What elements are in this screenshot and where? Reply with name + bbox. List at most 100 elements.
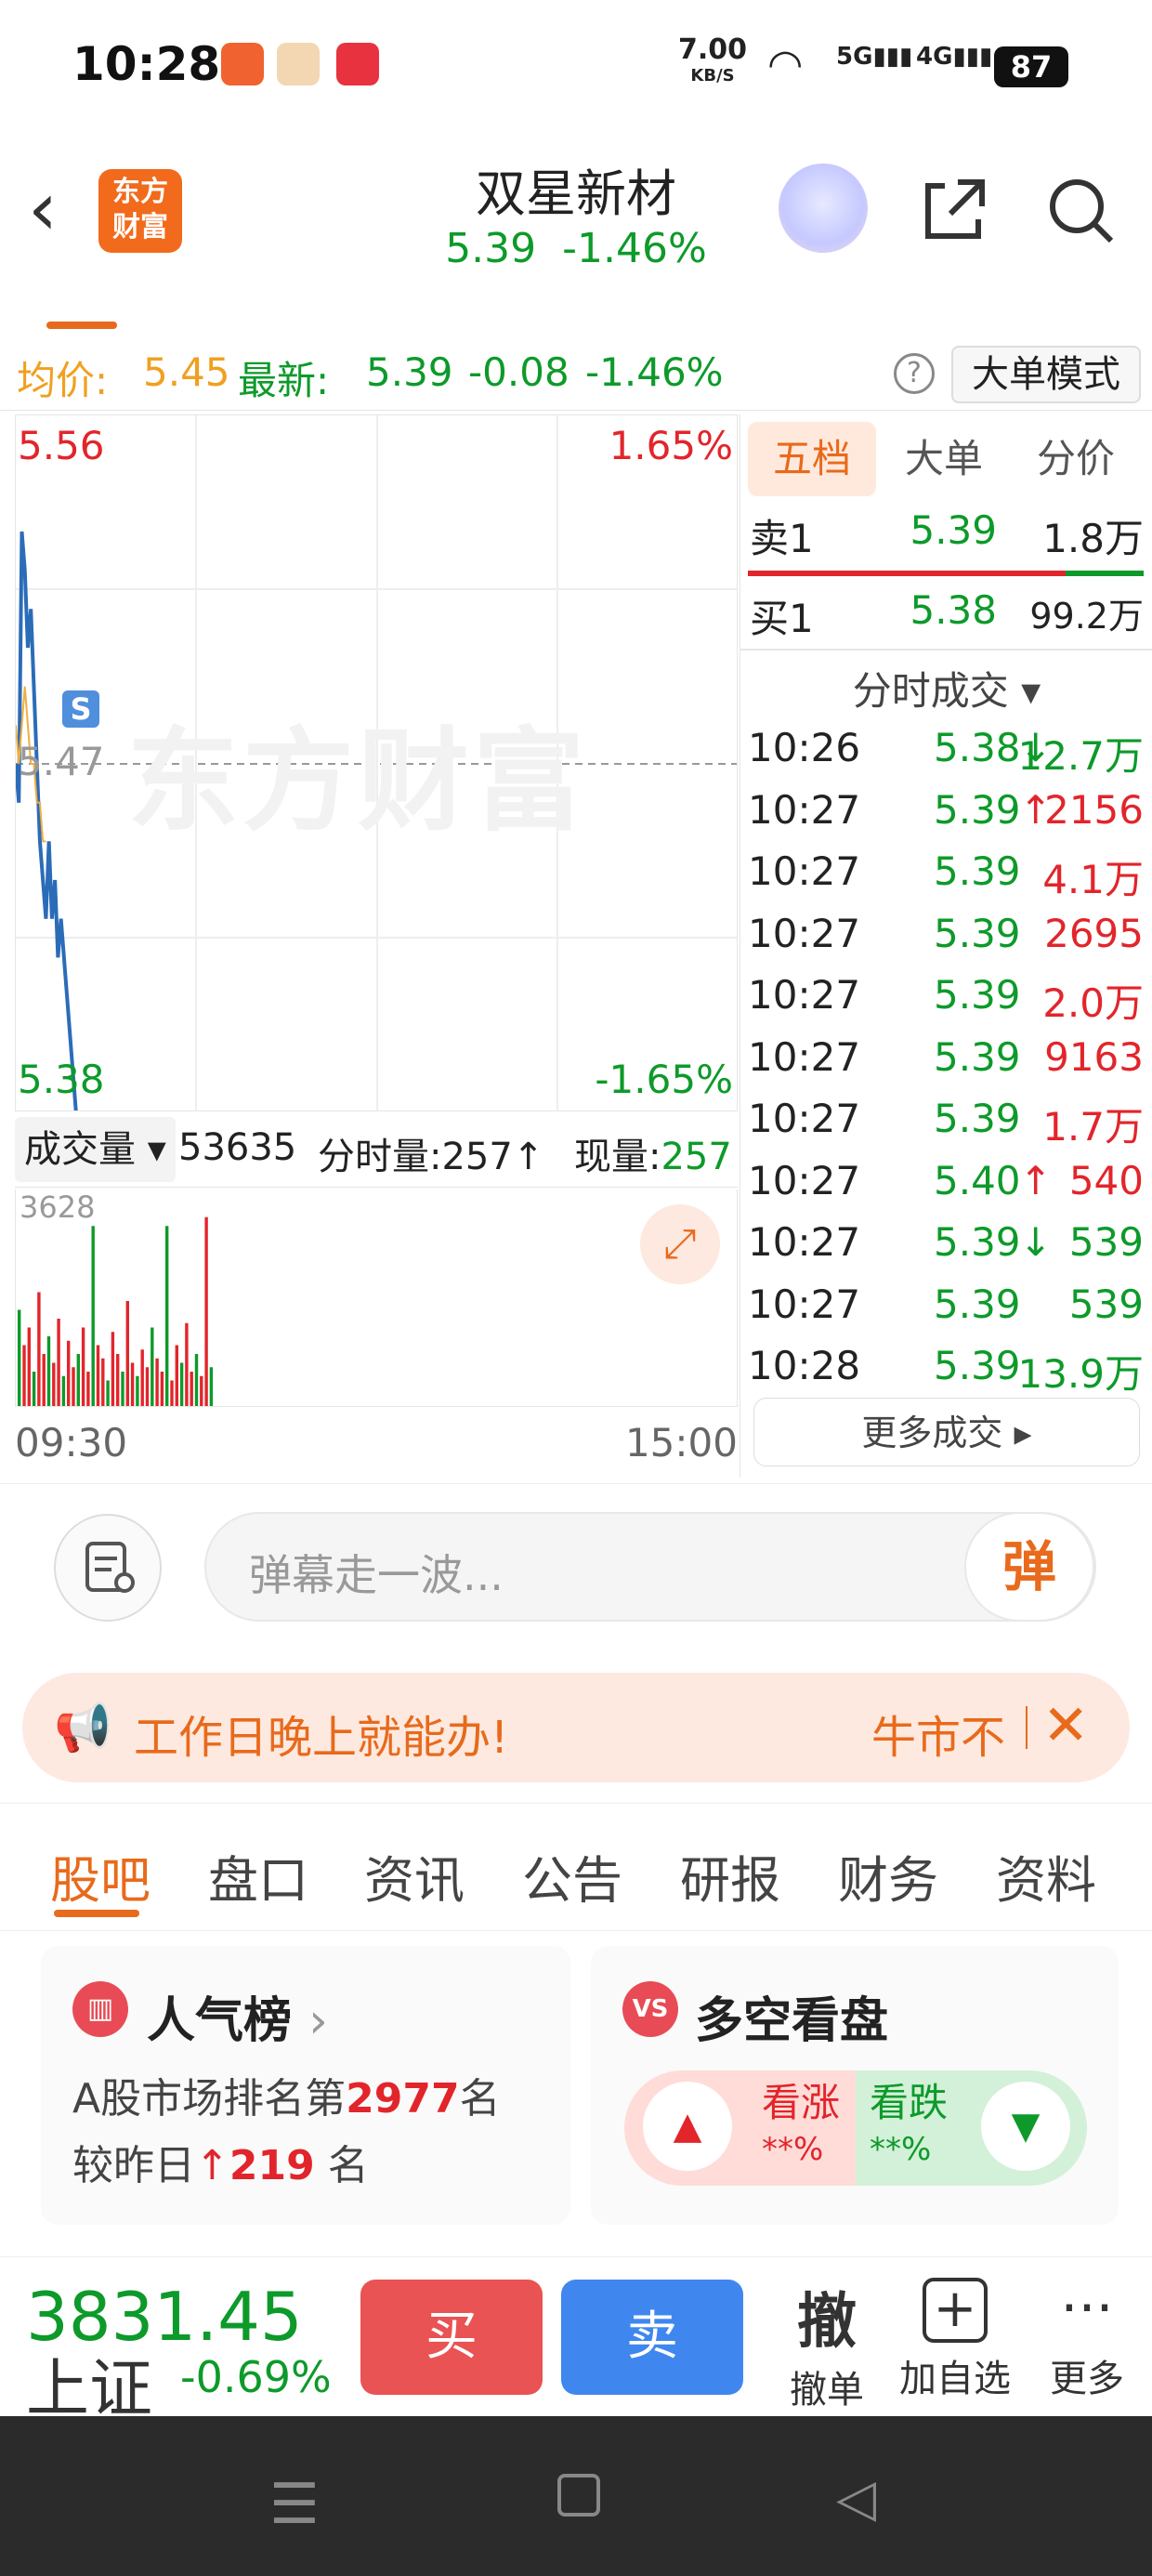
tab-guba[interactable]: 股吧 <box>50 1839 151 1912</box>
trade-price: 5.38 <box>934 725 1021 770</box>
tab-large-orders[interactable]: 大单 <box>880 422 1008 496</box>
buy1-row: 买1 5.38 99.2万 <box>740 587 1152 647</box>
volume-bar <box>136 1375 139 1406</box>
latest-value: 5.39 <box>366 349 453 395</box>
trade-direction-icon: ↓ <box>1019 1219 1053 1265</box>
volume-bar <box>67 1340 71 1406</box>
volume-total: 53635 <box>178 1126 297 1169</box>
trade-volume: 2156 <box>1044 786 1144 833</box>
add-watchlist-button[interactable]: + 加自选 <box>892 2274 1018 2402</box>
signal-5g-icon: 5G▮▮▮ <box>836 43 913 71</box>
tab-profile[interactable]: 资料 <box>996 1839 1096 1912</box>
volume-bar <box>37 1292 41 1406</box>
add-label: 加自选 <box>899 2358 1011 2400</box>
chart-high-price: 5.56 <box>18 423 105 468</box>
back-nav-icon[interactable]: ◁ <box>836 2468 876 2529</box>
volume-bar <box>194 1354 199 1406</box>
more-trades-button[interactable]: 更多成交 ▸ <box>753 1398 1140 1466</box>
notification-app-icon <box>336 43 379 85</box>
danmu-send-button[interactable]: 弹 <box>964 1512 1094 1622</box>
volume-bar <box>72 1367 75 1406</box>
help-icon[interactable]: ? <box>894 353 935 394</box>
volume-bar <box>57 1319 60 1406</box>
trades-section-header[interactable]: 分时成交 ▾ <box>740 660 1152 716</box>
tab-announcements[interactable]: 公告 <box>522 1839 622 1912</box>
sentiment-card[interactable]: VS 多空看盘 ▲ 看涨 **% 看跌 **% ▼ <box>591 1946 1119 2225</box>
bear-button[interactable]: ▼ <box>981 2082 1070 2171</box>
volume-bar <box>32 1372 36 1406</box>
search-icon[interactable] <box>1041 173 1120 253</box>
trade-price: 5.39 <box>934 1343 1021 1388</box>
trade-price: 5.39 <box>934 1281 1021 1327</box>
trade-time: 10:27 <box>748 1033 861 1080</box>
trade-row: 10:27 5.39 1.7万 <box>740 1096 1152 1157</box>
ai-assistant-icon[interactable] <box>779 164 868 253</box>
avg-label: 均价: <box>17 358 109 403</box>
trade-volume: 13.9万 <box>1017 1351 1144 1397</box>
volume-bar <box>116 1354 120 1406</box>
more-icon: ··· <box>1060 2276 1114 2341</box>
volume-bar <box>140 1349 144 1406</box>
tab-price-breakdown[interactable]: 分价 <box>1012 422 1140 496</box>
cancel-order-button[interactable]: 撤 撤单 <box>771 2274 883 2413</box>
vs-icon: VS <box>622 1981 678 2037</box>
battery-icon: 87 <box>994 46 1068 87</box>
volume-bar <box>145 1367 150 1406</box>
sell1-label: 卖1 <box>750 516 814 561</box>
time-start: 09:30 <box>15 1420 128 1465</box>
volume-bar <box>61 1375 66 1406</box>
order-book-panel: 五档 大单 分价 卖1 5.39 1.8万 买1 5.38 99.2万 分时成交… <box>740 414 1152 1478</box>
trade-row: 10:27 5.39 2.0万 <box>740 972 1152 1033</box>
notice-banner[interactable]: 📢 工作日晚上就能办! 牛市不 ✕ <box>22 1673 1130 1782</box>
trade-row: 10:27 5.39 2695 <box>740 911 1152 972</box>
volume-bar <box>86 1372 90 1406</box>
intraday-chart[interactable]: 东方财富 5.56 1.65% 5.47 5.38 -1.65% S <box>15 414 738 1111</box>
trade-price: 5.39 <box>934 848 1021 894</box>
price-stats-bar: 均价: 5.45 最新: 5.39 -0.08 -1.46% ? 大单模式 <box>0 336 1152 411</box>
tab-pankou[interactable]: 盘口 <box>208 1839 308 1912</box>
volume-bar <box>96 1345 100 1406</box>
danmu-placeholder: 弹幕走一波... <box>249 1550 504 1600</box>
bottom-action-bar: 3831.45 上证 -0.69% 买 卖 撤 撤单 + 加自选 ··· 更多 <box>0 2256 1152 2426</box>
volume-chart[interactable]: 3628 ⤢ <box>15 1189 738 1407</box>
trade-price: 5.39 <box>934 1096 1021 1141</box>
chart-low-price: 5.38 <box>18 1057 105 1102</box>
home-nav-icon[interactable] <box>557 2474 600 2517</box>
chart-mid-price: 5.47 <box>18 739 105 784</box>
volume-bar <box>160 1372 164 1406</box>
bull-button[interactable]: ▲ <box>643 2082 732 2171</box>
popularity-title: 人气榜 › <box>147 1993 328 2049</box>
volume-bar <box>76 1354 80 1406</box>
volume-bar <box>46 1336 51 1406</box>
buy1-volume: 99.2万 <box>1029 596 1144 637</box>
sentiment-title: 多空看盘 <box>695 1993 889 2049</box>
trade-time: 10:26 <box>748 725 861 770</box>
volume-dropdown[interactable]: 成交量 ▾ <box>15 1117 176 1182</box>
menu-nav-icon[interactable]: ☰ <box>269 2472 320 2537</box>
fenshi-volume-label: 分时量:257↑ <box>318 1136 544 1178</box>
volume-bar <box>170 1380 174 1406</box>
more-button[interactable]: ··· 更多 <box>1031 2274 1143 2402</box>
volume-bar <box>42 1354 46 1406</box>
tab-five-levels[interactable]: 五档 <box>748 422 876 496</box>
close-icon[interactable]: ✕ <box>1042 1693 1089 1758</box>
tab-news[interactable]: 资讯 <box>364 1839 465 1912</box>
trade-time: 10:27 <box>748 1281 861 1327</box>
share-icon[interactable] <box>914 173 994 253</box>
sell-button[interactable]: 卖 <box>561 2280 743 2395</box>
tab-research[interactable]: 研报 <box>680 1839 780 1912</box>
chart-period-tabs[interactable] <box>0 288 1152 331</box>
trade-volume: 2.0万 <box>1042 980 1144 1026</box>
trade-time: 10:27 <box>748 1096 861 1141</box>
danmu-settings-icon[interactable] <box>54 1514 162 1622</box>
danmu-input[interactable]: 弹幕走一波... 弹 <box>204 1512 1096 1622</box>
large-order-mode-button[interactable]: 大单模式 <box>951 346 1141 403</box>
buy-button[interactable]: 买 <box>360 2280 543 2395</box>
tab-finance[interactable]: 财务 <box>838 1839 938 1912</box>
trade-price: 5.39 <box>934 1033 1021 1080</box>
change-value: -0.08 <box>468 349 569 395</box>
sell-signal-marker[interactable]: S <box>62 690 99 728</box>
popularity-card[interactable]: ▥ 人气榜 › A股市场排名第2977名 较昨日↑219 名 <box>41 1946 570 2225</box>
notification-app-icon <box>277 43 320 85</box>
expand-icon[interactable]: ⤢ <box>640 1204 720 1284</box>
